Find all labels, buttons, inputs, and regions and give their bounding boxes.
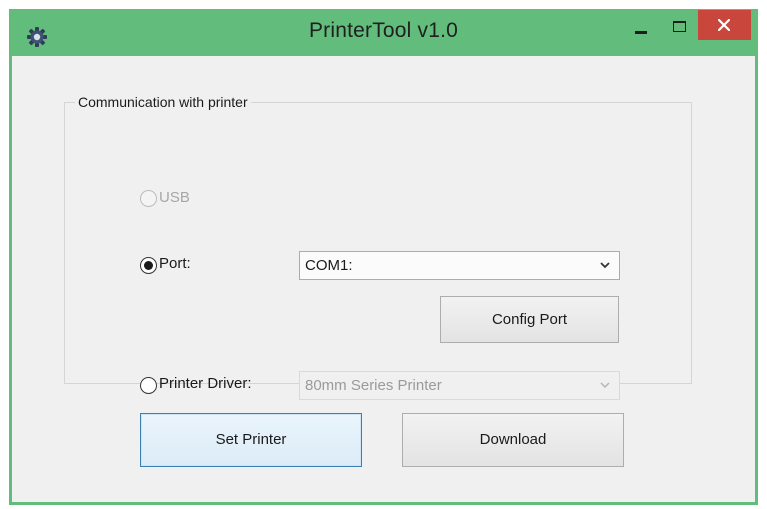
minimize-icon[interactable]	[625, 13, 655, 43]
communication-groupbox: Communication with printer USB Port: COM…	[64, 94, 692, 400]
title-bar[interactable]: PrinterTool v1.0	[9, 9, 758, 59]
close-icon	[718, 19, 730, 31]
close-button[interactable]	[698, 10, 751, 40]
printer-driver-select-value: 80mm Series Printer	[305, 377, 442, 394]
port-radio[interactable]	[140, 257, 157, 274]
port-select-value: COM1:	[305, 257, 353, 274]
printer-driver-label: Printer Driver:	[159, 375, 252, 392]
usb-radio[interactable]	[140, 190, 157, 207]
usb-label: USB	[159, 189, 190, 206]
communication-group-label: Communication with printer	[75, 94, 251, 110]
config-port-button[interactable]: Config Port	[440, 296, 619, 343]
port-select[interactable]: COM1:	[299, 251, 620, 280]
window-client-area: Communication with printer USB Port: COM…	[12, 56, 755, 502]
printer-driver-select[interactable]: 80mm Series Printer	[299, 371, 620, 400]
chevron-down-icon	[600, 262, 610, 269]
maximize-icon[interactable]	[664, 13, 694, 43]
download-button[interactable]: Download	[402, 413, 624, 467]
printer-tool-window: PrinterTool v1.0 Communication with prin…	[9, 9, 758, 505]
set-printer-button[interactable]: Set Printer	[140, 413, 362, 467]
chevron-down-icon	[600, 382, 610, 389]
printer-driver-radio[interactable]	[140, 377, 157, 394]
port-label: Port:	[159, 255, 191, 272]
